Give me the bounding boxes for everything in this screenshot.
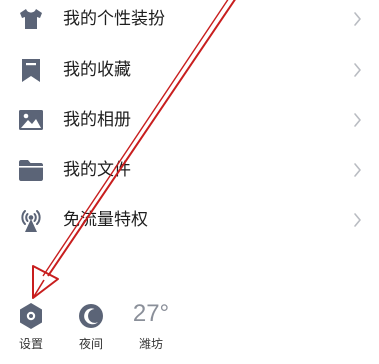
chevron-right-icon: [353, 111, 363, 129]
settings-button[interactable]: 设置: [1, 296, 61, 356]
chevron-right-icon: [353, 10, 363, 28]
menu-item-label: 免流量特权: [63, 210, 148, 230]
night-mode-button[interactable]: 夜间: [61, 296, 121, 356]
menu-item-label: 我的收藏: [63, 60, 131, 80]
moon-icon: [75, 300, 107, 332]
settings-label: 设置: [18, 337, 43, 351]
menu-item-label: 我的个性装扮: [63, 9, 165, 29]
bottom-toolbar: 设置 夜间 27° 潍坊: [0, 296, 379, 364]
night-mode-label: 夜间: [78, 337, 103, 351]
weather-widget[interactable]: 27° 潍坊: [121, 296, 181, 356]
menu-item-favorites[interactable]: 我的收藏: [0, 45, 379, 95]
menu-item-label: 我的文件: [63, 160, 131, 180]
menu-item-album[interactable]: 我的相册: [0, 95, 379, 145]
chevron-right-icon: [353, 161, 363, 179]
weather-city: 潍坊: [138, 337, 163, 351]
menu-item-data-free-privilege[interactable]: 免流量特权: [0, 195, 379, 245]
settings-menu-screen: 我的个性装扮 我的收藏 我的相册 我的文件 免流量特权 设置 夜间 27° 潍坊: [0, 0, 379, 364]
menu-item-personal-dressup[interactable]: 我的个性装扮: [0, 0, 379, 44]
gear-icon: [15, 300, 47, 332]
chevron-right-icon: [353, 61, 363, 79]
image-icon: [17, 106, 45, 134]
folder-icon: [17, 156, 45, 184]
chevron-right-icon: [353, 211, 363, 229]
menu-item-label: 我的相册: [63, 110, 131, 130]
bookmark-icon: [17, 56, 45, 84]
weather-temperature: 27°: [132, 300, 170, 327]
menu-item-files[interactable]: 我的文件: [0, 145, 379, 195]
broadcast-tower-icon: [17, 206, 45, 234]
tshirt-icon: [17, 5, 45, 33]
